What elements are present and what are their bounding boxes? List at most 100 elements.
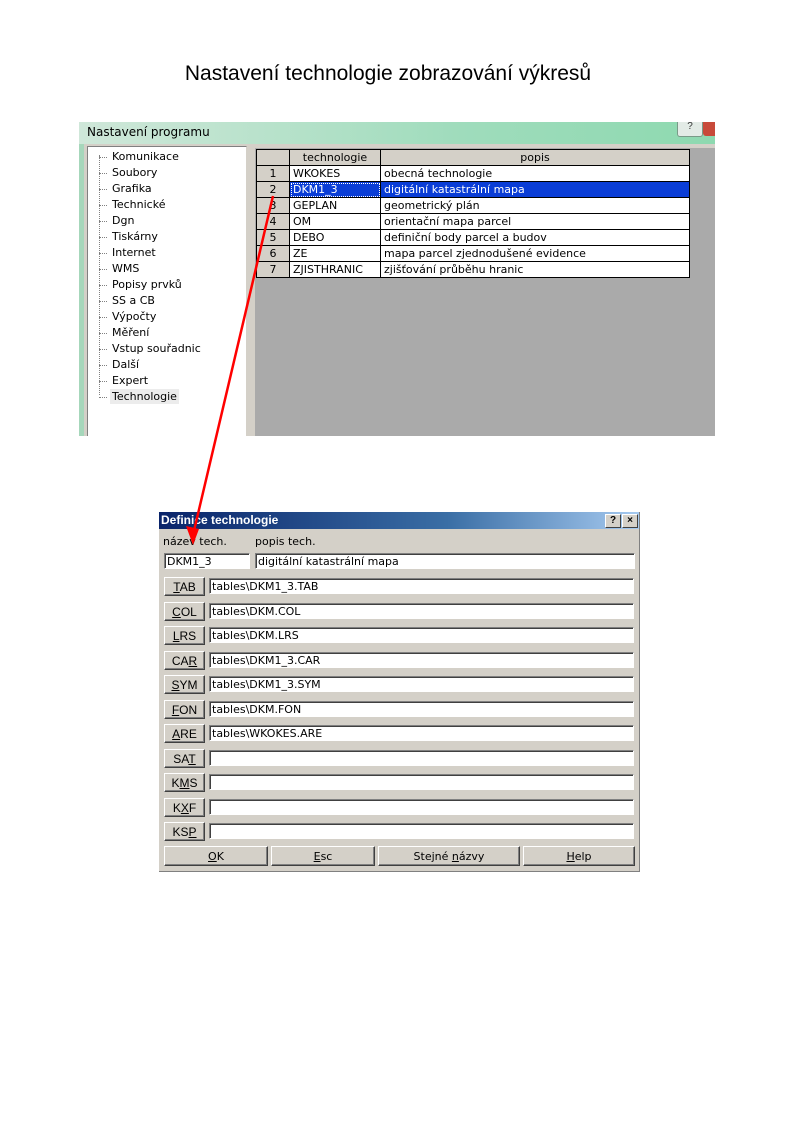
file-button-2[interactable]: LRS: [164, 626, 205, 645]
close-icon[interactable]: ×: [622, 514, 638, 528]
footer-button-3[interactable]: Help: [523, 846, 635, 866]
file-button-9[interactable]: KXF: [164, 797, 205, 817]
technology-description-cell[interactable]: zjišťování průběhu hranic: [380, 261, 690, 278]
file-path-field-8[interactable]: [209, 774, 634, 790]
file-path-field-6[interactable]: tables\WKOKES.ARE: [209, 725, 634, 741]
file-path-field-0[interactable]: tables\DKM1_3.TAB: [209, 578, 634, 594]
table-row[interactable]: 7 ZJISTHRANIC zjišťování průběhu hranic: [256, 261, 690, 278]
footer-button-0[interactable]: OK: [164, 846, 268, 866]
tree-connector: [99, 237, 107, 238]
file-path-field-4[interactable]: tables\DKM1_3.SYM: [209, 676, 634, 692]
technology-description-field[interactable]: digitální katastrální mapa: [255, 553, 635, 569]
file-button-label-text: AB: [179, 580, 196, 594]
tree-item-10[interactable]: Výpočty: [110, 309, 158, 324]
tree-item-9[interactable]: SS a CB: [110, 293, 157, 308]
table-row[interactable]: 1 WKOKES obecná technologie: [256, 165, 690, 182]
file-button-7[interactable]: SAT: [164, 748, 205, 768]
footer-button-1[interactable]: Esc: [271, 846, 375, 866]
file-path-field-9[interactable]: [209, 798, 634, 815]
tree-item-8[interactable]: Popisy prvků: [110, 277, 184, 292]
file-path-field-1[interactable]: tables\DKM.COL: [209, 602, 634, 619]
technology-description-cell[interactable]: orientační mapa parcel: [380, 213, 690, 230]
file-button-label-text: ON: [179, 702, 198, 717]
file-button-10[interactable]: KSP: [164, 822, 205, 841]
technology-name-field[interactable]: DKM1_3: [164, 553, 250, 569]
file-button-label-accesskey: S: [171, 678, 180, 692]
column-header-technologie[interactable]: technologie: [289, 149, 381, 166]
file-button-label-text: K: [172, 800, 181, 815]
tree-connector: [99, 189, 107, 190]
file-button-1[interactable]: COL: [164, 601, 205, 621]
technology-description-cell[interactable]: mapa parcel zjednodušené evidence: [380, 245, 690, 262]
tree-connector: [99, 173, 107, 174]
tree-item-4[interactable]: Dgn: [110, 213, 136, 228]
tree-item-3[interactable]: Technické: [110, 197, 167, 212]
file-button-3[interactable]: CAR: [164, 650, 205, 670]
file-path-field-5[interactable]: tables\DKM.FON: [209, 700, 634, 717]
tree-item-0[interactable]: Komunikace: [110, 149, 181, 164]
row-number[interactable]: 3: [256, 197, 290, 214]
table-row[interactable]: 2 DKM1_3 digitální katastrální mapa: [256, 181, 690, 198]
page-title: Nastavení technologie zobrazování výkres…: [184, 62, 592, 85]
tree-item-2[interactable]: Grafika: [110, 181, 154, 196]
tree-connector: [99, 317, 107, 318]
file-path-field-3[interactable]: tables\DKM1_3.CAR: [209, 651, 634, 668]
technology-description-cell[interactable]: geometrický plán: [380, 197, 690, 214]
file-path-field-2[interactable]: tables\DKM.LRS: [209, 627, 634, 643]
technology-description-cell[interactable]: definiční body parcel a budov: [380, 229, 690, 246]
technology-code-cell[interactable]: DKM1_3: [289, 181, 381, 198]
tree-connector: [99, 157, 107, 158]
close-icon[interactable]: [703, 122, 715, 136]
help-icon[interactable]: ?: [605, 514, 621, 528]
file-path-field-7[interactable]: [209, 749, 634, 766]
file-path-field-10[interactable]: [209, 823, 634, 839]
tree-item-14[interactable]: Expert: [110, 373, 150, 388]
tree-item-15[interactable]: Technologie: [110, 389, 179, 404]
row-number[interactable]: 4: [256, 213, 290, 230]
table-row[interactable]: 3 GEPLAN geometrický plán: [256, 197, 690, 214]
file-button-label-text: F: [188, 800, 197, 815]
tree-item-7[interactable]: WMS: [110, 261, 141, 276]
table-row[interactable]: 5 DEBO definiční body parcel a budov: [256, 229, 690, 246]
footer-button-label-text: ázvy: [458, 850, 485, 863]
window-frame: [79, 144, 84, 436]
footer-button-2[interactable]: Stejné názvy: [378, 846, 520, 866]
technology-description-cell[interactable]: digitální katastrální mapa: [380, 181, 690, 198]
technology-code-cell[interactable]: DEBO: [289, 229, 381, 246]
file-button-label-accesskey: C: [172, 604, 181, 619]
tree-item-12[interactable]: Vstup souřadnic: [110, 341, 203, 356]
file-button-label-text: KS: [172, 825, 189, 839]
file-button-label-text: S: [189, 776, 198, 790]
column-header-popis[interactable]: popis: [380, 149, 690, 166]
technology-code-cell[interactable]: ZJISTHRANIC: [289, 261, 381, 278]
tree-item-11[interactable]: Měření: [110, 325, 151, 340]
tree-item-5[interactable]: Tiskárny: [110, 229, 160, 244]
file-button-8[interactable]: KMS: [164, 773, 205, 792]
technology-code-cell[interactable]: OM: [289, 213, 381, 230]
technology-definition-dialog: Definice technologie ? × název tech. pop…: [159, 512, 640, 872]
technology-code-cell[interactable]: ZE: [289, 245, 381, 262]
table-row[interactable]: 4 OM orientační mapa parcel: [256, 213, 690, 230]
file-button-label-text: OL: [180, 604, 197, 619]
row-number[interactable]: 7: [256, 261, 290, 278]
row-number[interactable]: 6: [256, 245, 290, 262]
file-button-0[interactable]: TAB: [164, 577, 205, 596]
row-number[interactable]: 1: [256, 165, 290, 182]
file-button-label-text: CA: [171, 653, 189, 668]
file-button-label-text: SA: [173, 751, 189, 766]
file-button-4[interactable]: SYM: [164, 675, 205, 694]
tree-item-6[interactable]: Internet: [110, 245, 158, 260]
row-number[interactable]: 5: [256, 229, 290, 246]
table-row[interactable]: 6 ZE mapa parcel zjednodušené evidence: [256, 245, 690, 262]
file-button-6[interactable]: ARE: [164, 724, 205, 743]
technology-description-cell[interactable]: obecná technologie: [380, 165, 690, 182]
file-button-5[interactable]: FON: [164, 699, 205, 719]
help-icon[interactable]: ?: [677, 122, 703, 137]
file-button-label-text: YM: [179, 678, 198, 692]
file-button-label-accesskey: A: [172, 727, 181, 741]
technology-code-cell[interactable]: GEPLAN: [289, 197, 381, 214]
tree-item-1[interactable]: Soubory: [110, 165, 159, 180]
row-number[interactable]: 2: [256, 181, 290, 198]
tree-item-13[interactable]: Další: [110, 357, 141, 372]
technology-code-cell[interactable]: WKOKES: [289, 165, 381, 182]
